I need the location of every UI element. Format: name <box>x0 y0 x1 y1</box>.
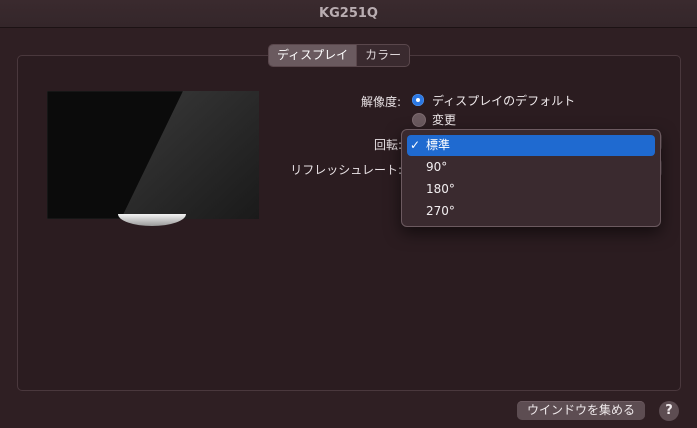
checkmark-icon: ✓ <box>410 138 421 152</box>
rotation-option-label: 標準 <box>426 138 451 152</box>
rotation-option-270[interactable]: 270° <box>407 201 655 222</box>
resolution-change-label[interactable]: 変更 <box>432 111 456 128</box>
gather-windows-button[interactable]: ウインドウを集める <box>517 401 646 420</box>
tab-color[interactable]: カラー <box>356 45 409 66</box>
window-title: KG251Q <box>319 6 378 21</box>
tab-bar: ディスプレイ カラー <box>268 44 411 67</box>
tab-display[interactable]: ディスプレイ <box>269 45 357 66</box>
rotation-option-standard[interactable]: ✓ 標準 <box>407 135 655 156</box>
resolution-change-radio[interactable] <box>412 113 426 127</box>
rotation-option-label: 90° <box>426 160 448 174</box>
resolution-default-label[interactable]: ディスプレイのデフォルト <box>432 92 575 109</box>
help-button[interactable]: ? <box>659 401 679 421</box>
rotation-option-180[interactable]: 180° <box>407 179 655 200</box>
resolution-default-radio[interactable] <box>412 94 424 106</box>
rotation-option-90[interactable]: 90° <box>407 157 655 178</box>
rotation-label: 回転: <box>373 138 402 152</box>
rotation-option-label: 270° <box>426 204 455 218</box>
rotation-dropdown-menu: ✓ 標準 90° 180° 270° <box>401 129 661 227</box>
resolution-label: 解像度: <box>360 95 401 109</box>
rotation-option-label: 180° <box>426 182 455 196</box>
title-bar[interactable]: KG251Q <box>0 0 697 28</box>
display-preferences-window: KG251Q ディスプレイ カラー 解像度: ディスプレイのデフォルト 変更 回… <box>0 0 697 428</box>
refresh-rate-label: リフレッシュレート: <box>290 163 402 177</box>
monitor-image <box>47 91 259 219</box>
